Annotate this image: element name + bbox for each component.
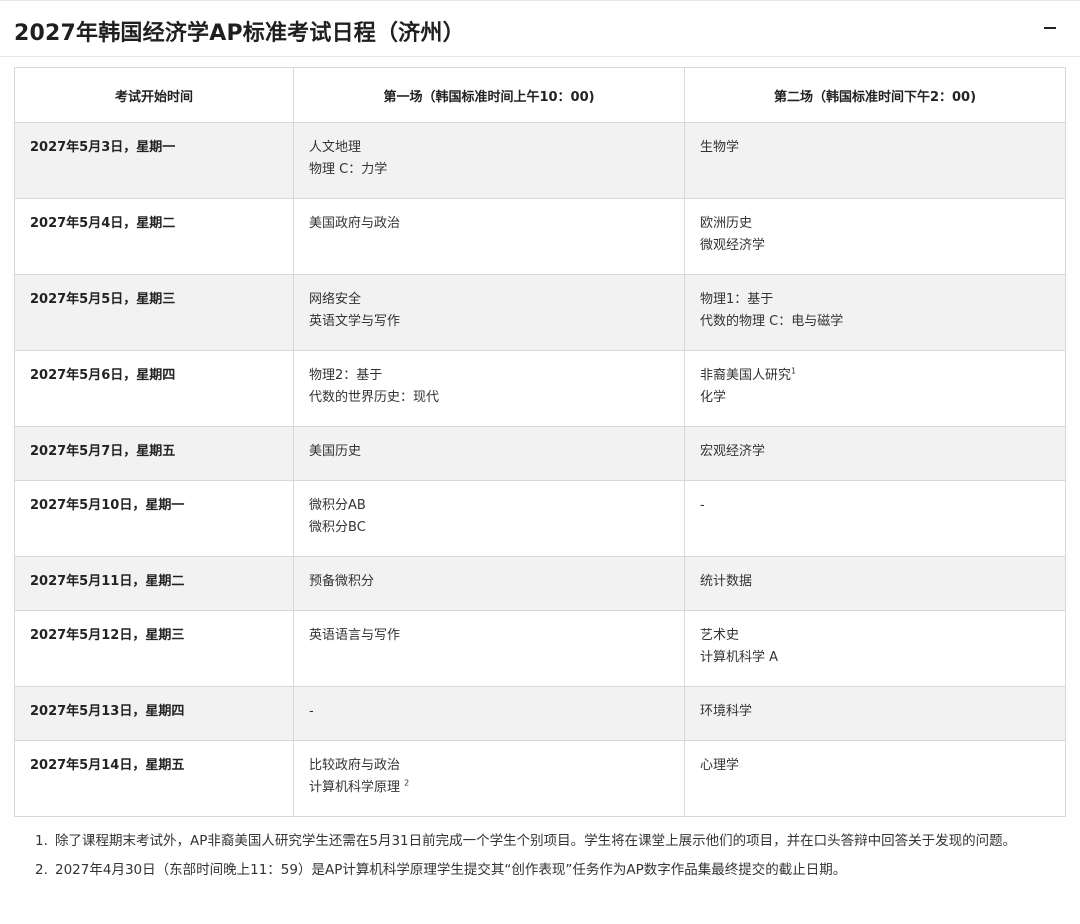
collapse-icon[interactable] bbox=[1038, 13, 1062, 43]
footnote-number: 2. bbox=[35, 862, 48, 878]
exam-subject: 生物学 bbox=[700, 140, 740, 155]
exam-subject-with-footnote: 非裔美国人研究1 bbox=[700, 365, 1050, 387]
column-header-afternoon: 第二场（韩国标准时间下午2：00) bbox=[684, 67, 1066, 123]
exam-date: 2027年5月13日，星期四 bbox=[14, 686, 294, 741]
footnote-item: 1. 除了课程期末考试外，AP非裔美国人研究学生还需在5月31日前完成一个学生个… bbox=[35, 830, 1065, 852]
exam-subject: 英语语言与写作 bbox=[309, 628, 401, 643]
exam-subject: 化学 bbox=[700, 390, 727, 405]
table-row: 2027年5月3日，星期一 人文地理 物理 C：力学 生物学 bbox=[14, 122, 1066, 199]
section-title: 2027年韩国经济学AP标准考试日程（济州） bbox=[14, 21, 465, 46]
exam-subject: 物理 C：力学 bbox=[309, 162, 388, 177]
exam-subject: 微积分BC bbox=[309, 520, 366, 535]
exam-date: 2027年5月14日，星期五 bbox=[14, 740, 294, 817]
morning-session: 比较政府与政治 计算机科学原理 2 bbox=[293, 740, 685, 817]
morning-session: 美国历史 bbox=[293, 426, 685, 481]
exam-date: 2027年5月5日，星期三 bbox=[14, 274, 294, 351]
exam-subject: - bbox=[700, 498, 705, 513]
exam-subject: 代数的物理 C：电与磁学 bbox=[700, 314, 844, 329]
exam-subject: 微观经济学 bbox=[700, 238, 766, 253]
morning-session: - bbox=[293, 686, 685, 741]
exam-subject: 美国政府与政治 bbox=[309, 216, 401, 231]
exam-subject: 人文地理 bbox=[309, 140, 362, 155]
table-row: 2027年5月10日，星期一 微积分AB 微积分BC - bbox=[14, 480, 1066, 557]
exam-date: 2027年5月11日，星期二 bbox=[14, 556, 294, 611]
table-row: 2027年5月4日，星期二 美国政府与政治 欧洲历史 微观经济学 bbox=[14, 198, 1066, 275]
morning-session: 预备微积分 bbox=[293, 556, 685, 611]
exam-date: 2027年5月10日，星期一 bbox=[14, 480, 294, 557]
footnote-number: 1. bbox=[35, 833, 48, 849]
table-row: 2027年5月6日，星期四 物理2：基于 代数的世界历史：现代 非裔美国人研究1… bbox=[14, 350, 1066, 427]
table-row: 2027年5月12日，星期三 英语语言与写作 艺术史 计算机科学 A bbox=[14, 610, 1066, 687]
exam-date: 2027年5月12日，星期三 bbox=[14, 610, 294, 687]
exam-subject: 心理学 bbox=[700, 758, 740, 773]
exam-subject-with-footnote: 计算机科学原理 2 bbox=[309, 777, 669, 799]
exam-subject: 计算机科学原理 bbox=[309, 780, 401, 795]
morning-session: 微积分AB 微积分BC bbox=[293, 480, 685, 557]
exam-date: 2027年5月3日，星期一 bbox=[14, 122, 294, 199]
afternoon-session: 非裔美国人研究1 化学 bbox=[684, 350, 1066, 427]
exam-subject: 比较政府与政治 bbox=[309, 758, 401, 773]
exam-subject: 预备微积分 bbox=[309, 574, 375, 589]
morning-session: 物理2：基于 代数的世界历史：现代 bbox=[293, 350, 685, 427]
exam-subject: 物理2：基于 bbox=[309, 368, 383, 383]
exam-subject: 艺术史 bbox=[700, 628, 740, 643]
exam-subject: 计算机科学 A bbox=[700, 650, 779, 665]
exam-subject: 微积分AB bbox=[309, 498, 366, 513]
column-header-morning: 第一场（韩国标准时间上午10：00) bbox=[293, 67, 685, 123]
exam-subject: 非裔美国人研究 bbox=[700, 368, 792, 383]
exam-subject: 环境科学 bbox=[700, 704, 753, 719]
exam-subject: 英语文学与写作 bbox=[309, 314, 401, 329]
exam-subject: 统计数据 bbox=[700, 574, 753, 589]
exam-schedule-section: 2027年韩国经济学AP标准考试日程（济州） 考试开始时间 第一场（韩国标准时间… bbox=[0, 0, 1080, 924]
table-row: 2027年5月14日，星期五 比较政府与政治 计算机科学原理 2 心理学 bbox=[14, 740, 1066, 817]
table-row: 2027年5月13日，星期四 - 环境科学 bbox=[14, 686, 1066, 741]
exam-subject: 美国历史 bbox=[309, 444, 362, 459]
exam-subject: 代数的世界历史：现代 bbox=[309, 390, 440, 405]
afternoon-session: 欧洲历史 微观经济学 bbox=[684, 198, 1066, 275]
afternoon-session: 物理1：基于 代数的物理 C：电与磁学 bbox=[684, 274, 1066, 351]
exam-subject: 欧洲历史 bbox=[700, 216, 753, 231]
exam-date: 2027年5月7日，星期五 bbox=[14, 426, 294, 481]
afternoon-session: 生物学 bbox=[684, 122, 1066, 199]
exam-subject: - bbox=[309, 704, 314, 719]
afternoon-session: - bbox=[684, 480, 1066, 557]
table-row: 2027年5月11日，星期二 预备微积分 统计数据 bbox=[14, 556, 1066, 611]
morning-session: 网络安全 英语文学与写作 bbox=[293, 274, 685, 351]
section-header[interactable]: 2027年韩国经济学AP标准考试日程（济州） bbox=[0, 0, 1080, 57]
footnote-marker[interactable]: 1 bbox=[791, 367, 796, 376]
exam-date: 2027年5月6日，星期四 bbox=[14, 350, 294, 427]
footnote-marker[interactable]: 2 bbox=[404, 779, 409, 788]
footnote-item: 2. 2027年4月30日（东部时间晚上11：59）是AP计算机科学原理学生提交… bbox=[35, 859, 1065, 881]
afternoon-session: 统计数据 bbox=[684, 556, 1066, 611]
morning-session: 英语语言与写作 bbox=[293, 610, 685, 687]
footnote-text: 除了课程期末考试外，AP非裔美国人研究学生还需在5月31日前完成一个学生个别项目… bbox=[55, 833, 1017, 849]
exam-date: 2027年5月4日，星期二 bbox=[14, 198, 294, 275]
afternoon-session: 心理学 bbox=[684, 740, 1066, 817]
minus-icon bbox=[1044, 27, 1056, 29]
exam-subject: 宏观经济学 bbox=[700, 444, 766, 459]
schedule-table: 考试开始时间 第一场（韩国标准时间上午10：00) 第二场（韩国标准时间下午2：… bbox=[14, 67, 1066, 817]
morning-session: 人文地理 物理 C：力学 bbox=[293, 122, 685, 199]
afternoon-session: 环境科学 bbox=[684, 686, 1066, 741]
footnote-text: 2027年4月30日（东部时间晚上11：59）是AP计算机科学原理学生提交其“创… bbox=[55, 862, 847, 878]
table-row: 2027年5月7日，星期五 美国历史 宏观经济学 bbox=[14, 426, 1066, 481]
morning-session: 美国政府与政治 bbox=[293, 198, 685, 275]
column-header-date: 考试开始时间 bbox=[14, 67, 294, 123]
afternoon-session: 艺术史 计算机科学 A bbox=[684, 610, 1066, 687]
table-header-row: 考试开始时间 第一场（韩国标准时间上午10：00) 第二场（韩国标准时间下午2：… bbox=[14, 67, 1066, 123]
footnotes: 1. 除了课程期末考试外，AP非裔美国人研究学生还需在5月31日前完成一个学生个… bbox=[35, 830, 1065, 888]
exam-subject: 物理1：基于 bbox=[700, 292, 774, 307]
exam-subject: 网络安全 bbox=[309, 292, 362, 307]
afternoon-session: 宏观经济学 bbox=[684, 426, 1066, 481]
table-row: 2027年5月5日，星期三 网络安全 英语文学与写作 物理1：基于 代数的物理 … bbox=[14, 274, 1066, 351]
